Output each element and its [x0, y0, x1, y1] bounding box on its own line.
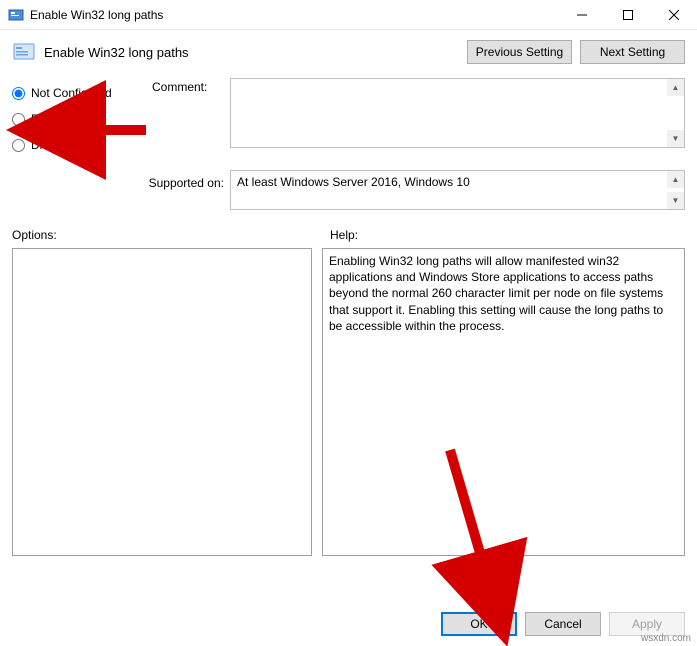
radio-not-configured[interactable]: Not Configured [12, 80, 152, 106]
options-pane [12, 248, 312, 556]
supported-on-text: At least Windows Server 2016, Windows 10 [237, 175, 470, 189]
dialog-title: Enable Win32 long paths [44, 45, 459, 60]
ok-button[interactable]: OK [441, 612, 517, 636]
radio-disabled-input[interactable] [12, 139, 25, 152]
radio-enabled-input[interactable] [12, 113, 25, 126]
supported-on-label: Supported on: [12, 170, 230, 210]
radio-not-configured-input[interactable] [12, 87, 25, 100]
options-label: Options: [12, 228, 330, 242]
scroll-up-icon[interactable]: ▲ [667, 79, 684, 96]
radio-not-configured-label: Not Configured [31, 86, 112, 100]
dialog-header: Enable Win32 long paths Previous Setting… [0, 30, 697, 72]
comment-textarea[interactable]: ▲ ▼ [230, 78, 685, 148]
radio-enabled[interactable]: Enabled [12, 106, 152, 132]
watermark: wsxdn.com [641, 633, 691, 644]
radio-disabled-label: Disabled [31, 138, 78, 152]
help-text: Enabling Win32 long paths will allow man… [329, 254, 663, 333]
radio-disabled[interactable]: Disabled [12, 132, 152, 158]
state-radio-group: Not Configured Enabled Disabled [12, 78, 152, 158]
close-button[interactable] [651, 0, 697, 30]
scroll-down-icon[interactable]: ▼ [667, 192, 684, 209]
cancel-button[interactable]: Cancel [525, 612, 601, 636]
policy-icon [12, 40, 36, 64]
scroll-up-icon[interactable]: ▲ [667, 171, 684, 188]
supported-on-box: At least Windows Server 2016, Windows 10… [230, 170, 685, 210]
titlebar: Enable Win32 long paths [0, 0, 697, 30]
gpedit-icon [8, 7, 24, 23]
radio-enabled-label: Enabled [31, 112, 75, 126]
next-setting-button[interactable]: Next Setting [580, 40, 685, 64]
minimize-button[interactable] [559, 0, 605, 30]
comment-label: Comment: [152, 78, 230, 158]
help-pane: Enabling Win32 long paths will allow man… [322, 248, 685, 556]
help-label: Help: [330, 228, 358, 242]
previous-setting-button[interactable]: Previous Setting [467, 40, 572, 64]
scroll-down-icon[interactable]: ▼ [667, 130, 684, 147]
window-title: Enable Win32 long paths [30, 8, 559, 22]
maximize-button[interactable] [605, 0, 651, 30]
